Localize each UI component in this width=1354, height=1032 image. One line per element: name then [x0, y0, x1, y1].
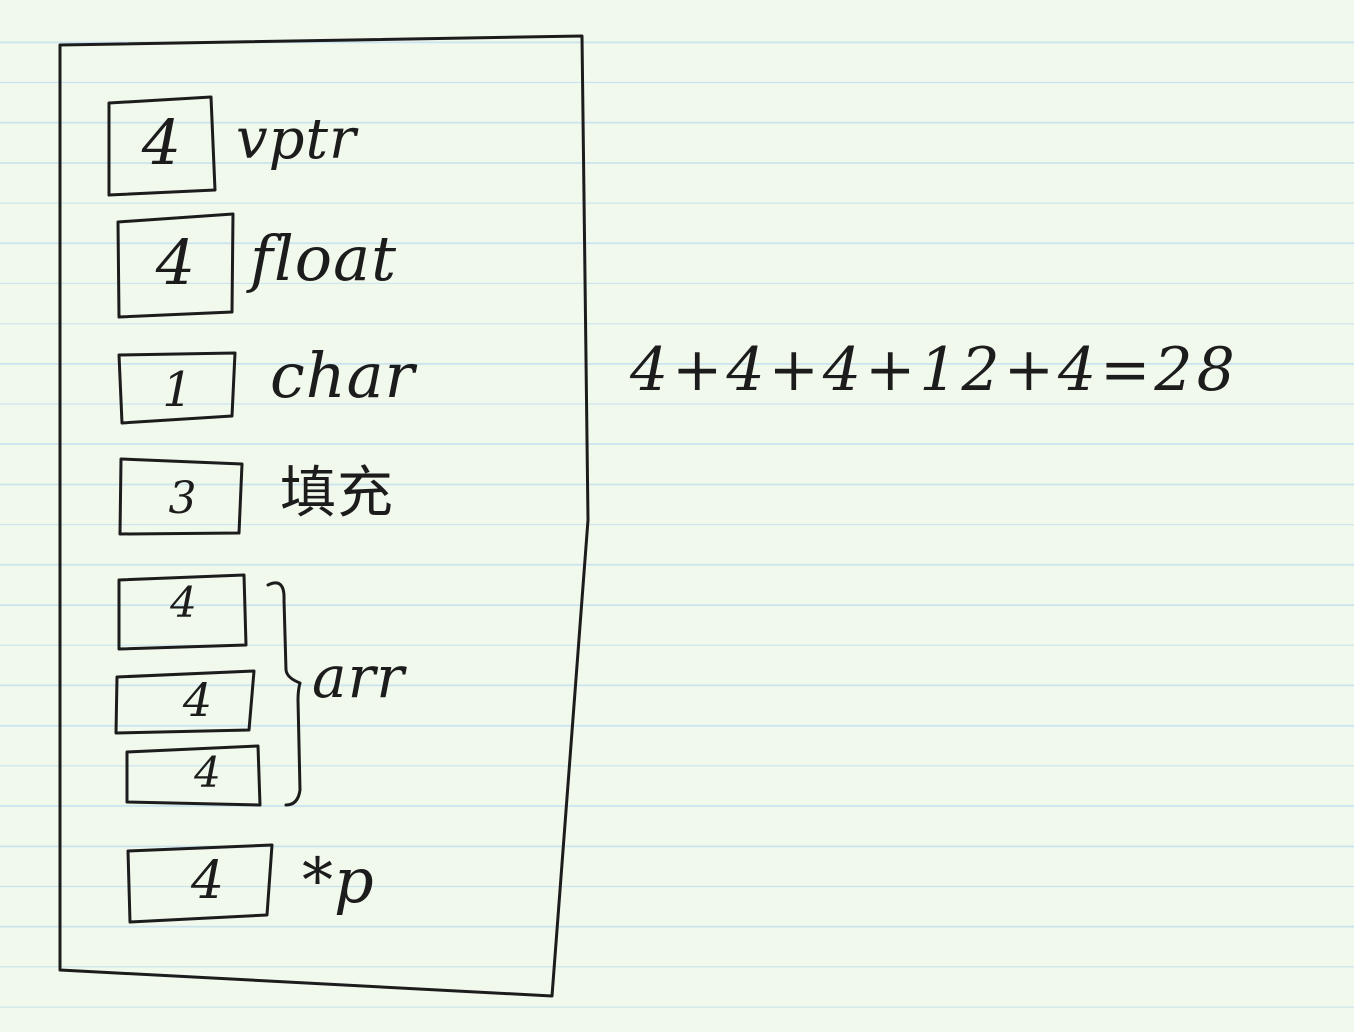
field-size-ptr: 4: [190, 851, 226, 911]
field-size-arr-2: 4: [194, 748, 222, 797]
field-label-vptr: vptr: [236, 107, 357, 172]
size-equation: 4+4+4+12+4=28: [630, 335, 1239, 405]
field-size-arr-1: 4: [182, 673, 214, 727]
field-label-padding: 填充: [280, 461, 394, 526]
field-size-padding: 3: [168, 473, 198, 524]
field-size-float: 4: [155, 226, 197, 299]
field-label-char: char: [270, 339, 416, 412]
field-label-ptr: *p: [302, 844, 375, 917]
field-size-char: 1: [162, 362, 194, 418]
field-size-vptr: 4: [141, 106, 183, 179]
field-label-float: float: [250, 222, 397, 295]
group-label-arr: arr: [312, 643, 406, 711]
field-size-arr-0: 4: [170, 578, 198, 627]
